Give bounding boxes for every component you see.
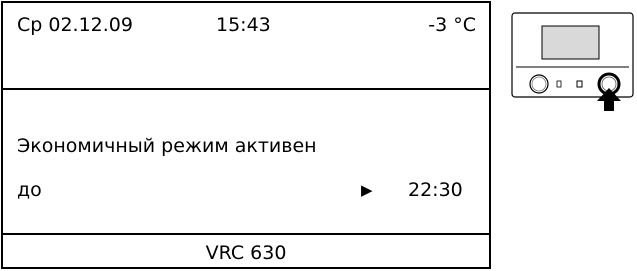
controller-illustration xyxy=(511,12,635,112)
outdoor-temperature: -3 °C xyxy=(428,14,476,36)
indicator-icon xyxy=(556,80,562,88)
footer: VRC 630 xyxy=(3,235,489,269)
until-label: до xyxy=(17,179,42,201)
display-window-icon xyxy=(541,25,600,60)
main-content: Экономичный режим активен до ▶ 22:30 xyxy=(3,90,489,235)
until-time-value[interactable]: 22:30 xyxy=(408,179,463,201)
lcd-display: Ср 02.12.09 15:43 -3 °C Экономичный режи… xyxy=(1,1,491,269)
model-name: VRC 630 xyxy=(205,242,287,264)
status-bar: Ср 02.12.09 15:43 -3 °C xyxy=(3,3,489,90)
date-text: Ср 02.12.09 xyxy=(17,14,133,36)
mode-status-text: Экономичный режим активен xyxy=(17,135,317,157)
left-knob-icon xyxy=(529,74,549,94)
time-text: 15:43 xyxy=(216,14,271,36)
triangle-right-icon[interactable]: ▶ xyxy=(361,179,373,201)
controller-device-icon xyxy=(511,12,634,111)
